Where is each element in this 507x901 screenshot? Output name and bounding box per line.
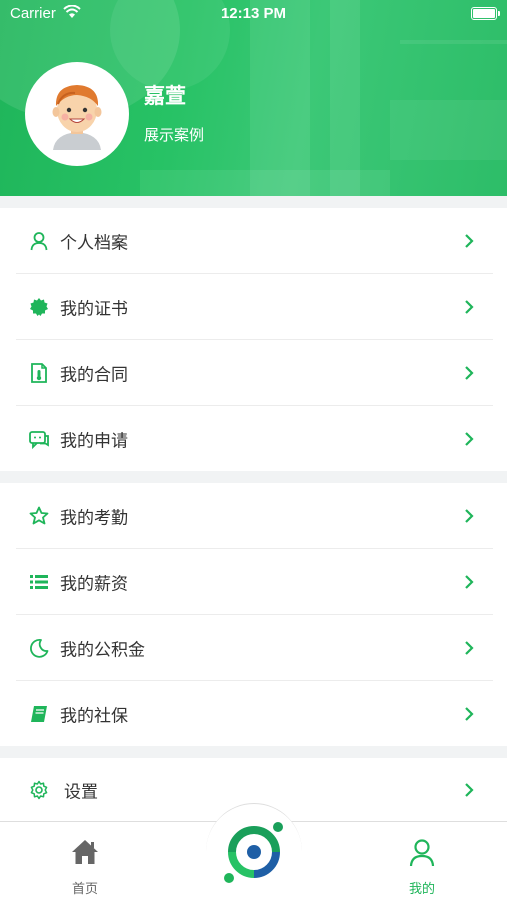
- chevron-right-icon: [463, 508, 475, 524]
- list-icon: [28, 571, 50, 593]
- star-icon: [28, 505, 50, 527]
- menu-item-certificates[interactable]: 我的证书: [16, 274, 493, 340]
- menu-item-label: 我的合同: [60, 365, 128, 385]
- clock: 12:13 PM: [220, 5, 287, 22]
- menu-item-housing-fund[interactable]: 我的公积金: [16, 615, 493, 681]
- moon-icon: [28, 637, 50, 659]
- profile-header: Carrier 12:13 PM 嘉萱 展示案例: [0, 0, 507, 196]
- menu-item-label: 个人档案: [60, 233, 128, 253]
- chevron-right-icon: [463, 365, 475, 381]
- gear-icon: [28, 779, 50, 801]
- avatar[interactable]: [25, 62, 129, 166]
- center-tab-button[interactable]: [206, 803, 302, 900]
- chevron-right-icon: [463, 299, 475, 315]
- book-icon: [28, 703, 50, 725]
- menu-section-1: 个人档案 我的证书 我的合同 我的申请: [0, 208, 507, 471]
- person-icon: [28, 230, 50, 252]
- certificate-badge-icon: [28, 296, 50, 318]
- chevron-right-icon: [463, 706, 475, 722]
- menu-item-salary[interactable]: 我的薪资: [16, 549, 493, 615]
- menu-section-2: 我的考勤 我的薪资 我的公积金 我的社保: [0, 483, 507, 746]
- home-icon: [70, 838, 100, 870]
- person-icon: [408, 838, 436, 872]
- user-name: 嘉萱: [144, 84, 186, 108]
- tab-label: 首页: [71, 882, 98, 897]
- tab-mine[interactable]: 我的: [362, 822, 482, 901]
- menu-item-label: 设置: [64, 782, 98, 802]
- menu-item-profile[interactable]: 个人档案: [16, 208, 493, 274]
- menu-item-applications[interactable]: 我的申请: [16, 406, 493, 471]
- menu-item-label: 我的申请: [60, 431, 128, 451]
- menu-item-label: 我的证书: [60, 299, 128, 319]
- chevron-right-icon: [463, 782, 475, 798]
- chevron-right-icon: [463, 431, 475, 447]
- menu-item-label: 我的考勤: [60, 508, 128, 528]
- chevron-right-icon: [463, 574, 475, 590]
- status-bar: Carrier 12:13 PM: [0, 0, 507, 28]
- menu-item-social-insurance[interactable]: 我的社保: [16, 681, 493, 746]
- battery-icon: [471, 7, 500, 20]
- user-subtitle: 展示案例: [144, 126, 205, 144]
- chevron-right-icon: [463, 640, 475, 656]
- tab-label: 我的: [408, 882, 435, 897]
- menu-item-contracts[interactable]: 我的合同: [16, 340, 493, 406]
- menu-item-label: 我的薪资: [60, 574, 128, 594]
- contract-document-icon: [28, 362, 50, 384]
- chat-bubbles-icon: [28, 428, 50, 450]
- cartoon-person-avatar-icon: [52, 85, 102, 150]
- menu-item-attendance[interactable]: 我的考勤: [16, 483, 493, 549]
- menu-item-label: 我的公积金: [60, 640, 145, 660]
- tab-home[interactable]: 首页: [25, 822, 145, 901]
- menu-item-label: 我的社保: [60, 706, 128, 726]
- chevron-right-icon: [463, 233, 475, 249]
- app-logo-icon: [220, 818, 288, 890]
